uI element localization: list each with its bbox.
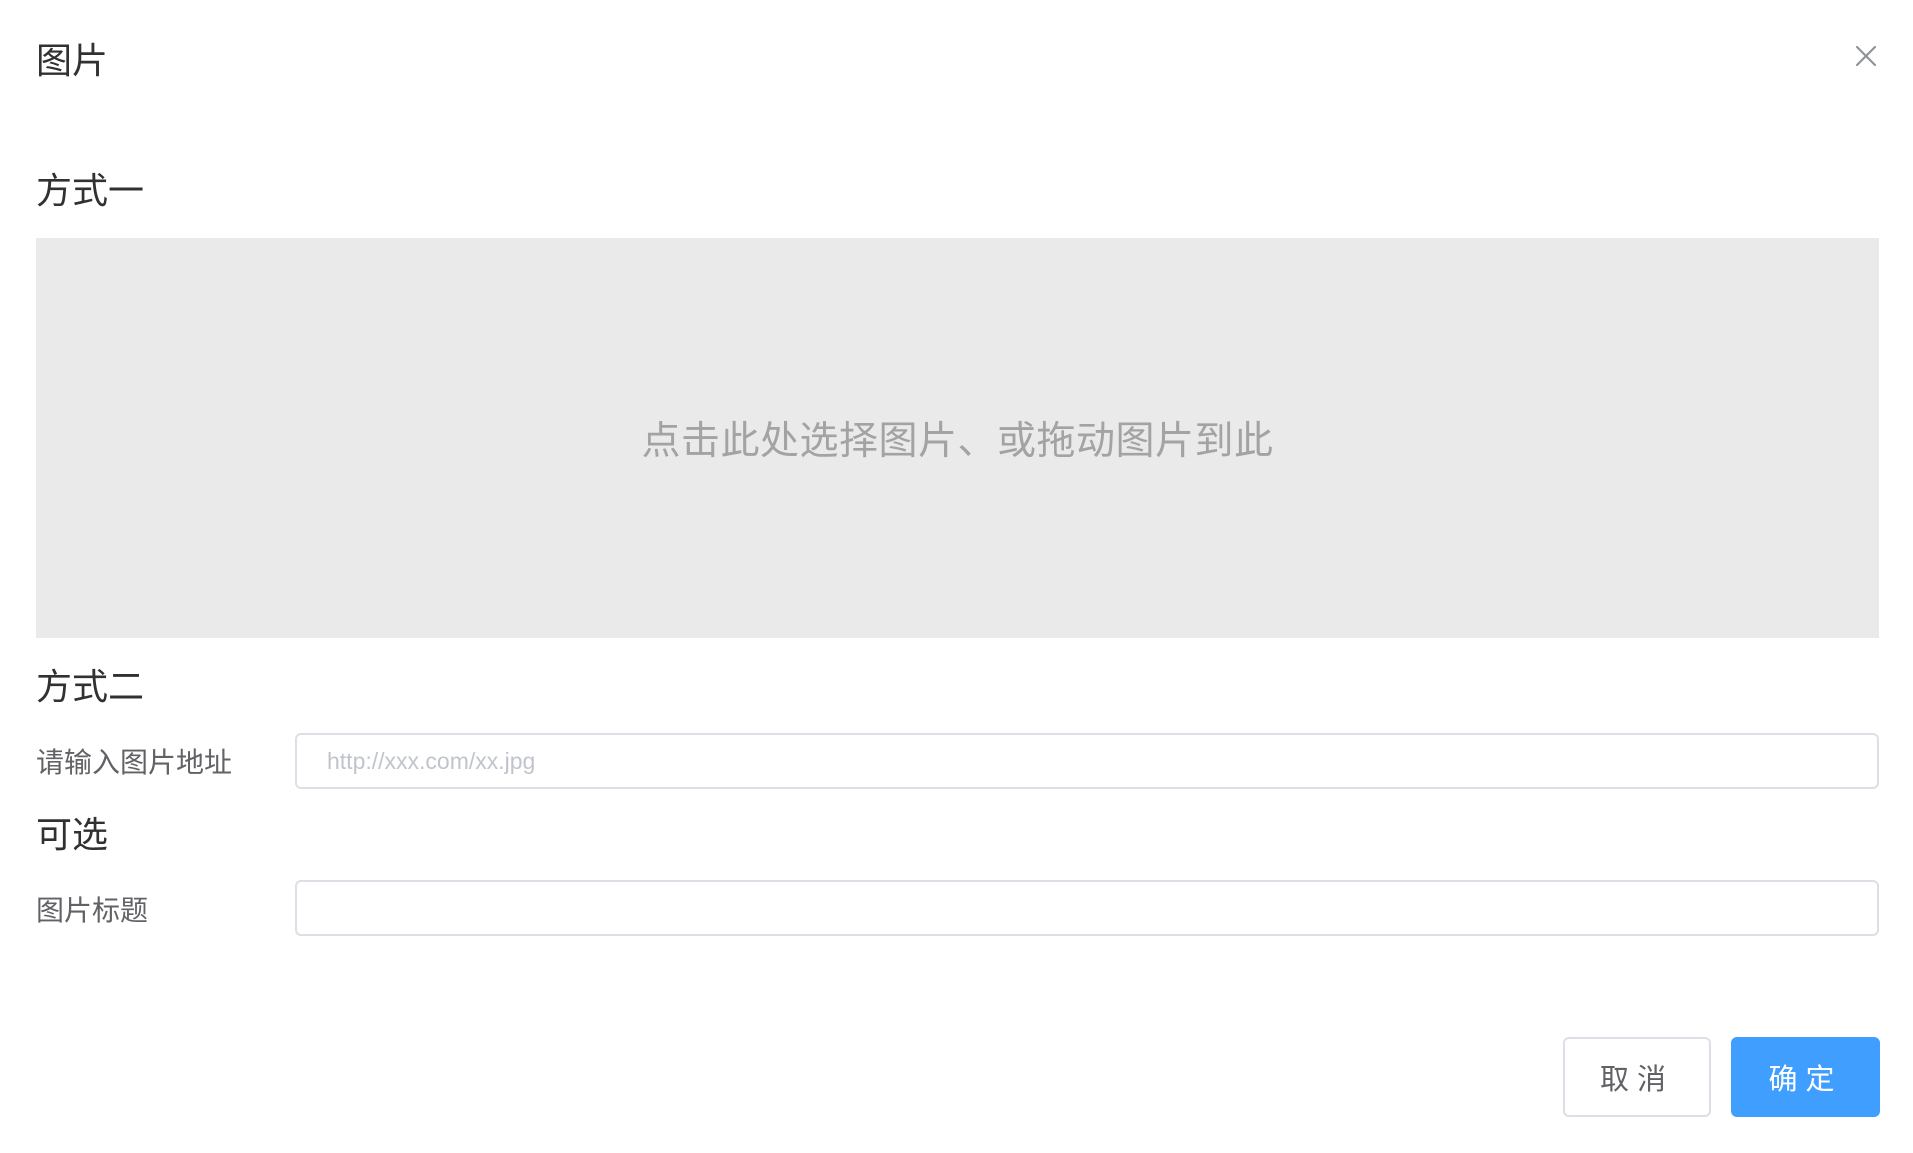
image-caption-input[interactable] <box>295 880 1879 936</box>
upload-drop-zone[interactable]: 点击此处选择图片、或拖动图片到此 <box>36 238 1879 638</box>
image-caption-label: 图片标题 <box>36 894 149 927</box>
image-url-label: 请输入图片地址 <box>36 746 233 779</box>
dialog-title: 图片 <box>36 41 109 82</box>
optional-heading: 可选 <box>36 815 109 856</box>
cancel-button[interactable]: 取消 <box>1563 1037 1711 1117</box>
close-button[interactable] <box>1850 40 1882 72</box>
confirm-button[interactable]: 确定 <box>1731 1037 1880 1117</box>
upload-hint: 点击此处选择图片、或拖动图片到此 <box>641 419 1274 464</box>
method-one-heading: 方式一 <box>36 171 145 212</box>
method-two-heading: 方式二 <box>36 667 145 708</box>
close-icon <box>1855 45 1877 67</box>
image-url-input[interactable] <box>295 733 1879 789</box>
image-dialog: 图片 方式一 点击此处选择图片、或拖动图片到此 方式二 请输入图片地址 可选 图… <box>0 0 1913 1153</box>
